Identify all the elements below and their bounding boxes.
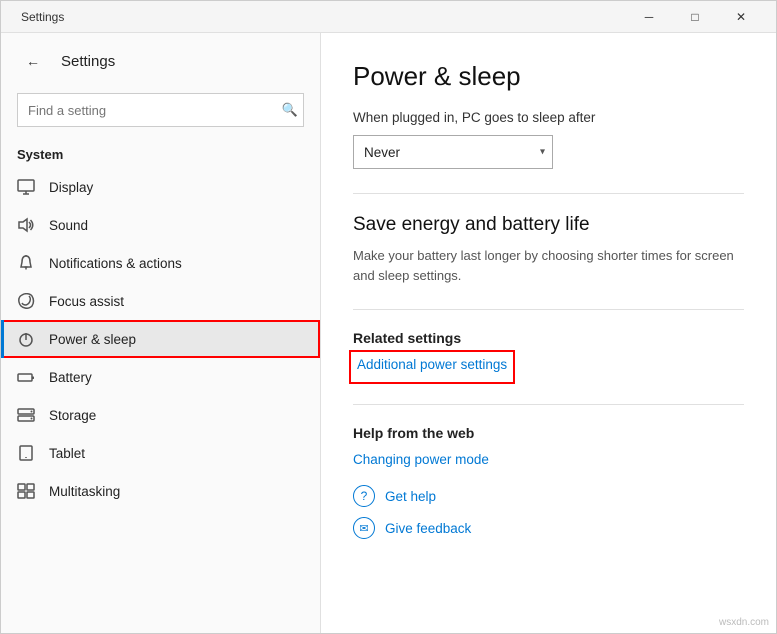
notifications-icon xyxy=(17,254,35,272)
sidebar: ← Settings 🔍 System Display Sound xyxy=(1,33,321,633)
additional-power-link[interactable]: Additional power settings xyxy=(357,357,507,372)
give-feedback-link[interactable]: ✉ Give feedback xyxy=(353,517,744,539)
sidebar-item-focus-label: Focus assist xyxy=(49,294,124,309)
get-help-link[interactable]: ? Get help xyxy=(353,485,744,507)
sidebar-item-focus[interactable]: Focus assist xyxy=(1,282,320,320)
sidebar-item-tablet-label: Tablet xyxy=(49,446,85,461)
help-section: Help from the web Changing power mode ? … xyxy=(353,425,744,539)
get-help-icon: ? xyxy=(353,485,375,507)
main-content: Power & sleep When plugged in, PC goes t… xyxy=(321,33,776,633)
sleep-label: When plugged in, PC goes to sleep after xyxy=(353,110,744,125)
sidebar-top: ← Settings xyxy=(1,33,320,85)
divider-3 xyxy=(353,404,744,405)
sidebar-item-storage[interactable]: Storage xyxy=(1,396,320,434)
sidebar-item-sound-label: Sound xyxy=(49,218,88,233)
sleep-dropdown[interactable]: Never 1 minute 2 minutes 5 minutes 10 mi… xyxy=(353,135,553,169)
system-section-label: System xyxy=(1,139,320,168)
sidebar-item-power-label: Power & sleep xyxy=(49,332,136,347)
sidebar-item-power[interactable]: Power & sleep xyxy=(1,320,320,358)
titlebar-controls: ─ □ ✕ xyxy=(626,1,764,33)
sound-icon xyxy=(17,216,35,234)
sidebar-item-sound[interactable]: Sound xyxy=(1,206,320,244)
power-icon xyxy=(17,330,35,348)
watermark: wsxdn.com xyxy=(719,617,769,628)
minimize-button[interactable]: ─ xyxy=(626,1,672,33)
sleep-section: When plugged in, PC goes to sleep after … xyxy=(353,110,744,169)
sidebar-item-display-label: Display xyxy=(49,180,93,195)
app-title: Settings xyxy=(61,53,115,70)
sidebar-item-multitasking[interactable]: Multitasking xyxy=(1,472,320,510)
sidebar-item-battery[interactable]: Battery xyxy=(1,358,320,396)
related-settings-section: Related settings Additional power settin… xyxy=(353,330,744,380)
focus-icon xyxy=(17,292,35,310)
help-heading: Help from the web xyxy=(353,425,744,441)
changing-power-link[interactable]: Changing power mode xyxy=(353,452,489,467)
storage-icon xyxy=(17,406,35,424)
save-energy-desc: Make your battery last longer by choosin… xyxy=(353,246,744,285)
sidebar-item-notifications-label: Notifications & actions xyxy=(49,256,182,271)
titlebar: Settings ─ □ ✕ xyxy=(1,1,776,33)
sidebar-item-display[interactable]: Display xyxy=(1,168,320,206)
get-help-label: Get help xyxy=(385,489,436,504)
close-button[interactable]: ✕ xyxy=(718,1,764,33)
sidebar-item-multitasking-label: Multitasking xyxy=(49,484,120,499)
display-icon xyxy=(17,178,35,196)
save-energy-section: Save energy and battery life Make your b… xyxy=(353,214,744,285)
settings-window: Settings ─ □ ✕ ← Settings 🔍 System xyxy=(0,0,777,634)
search-input[interactable] xyxy=(17,93,304,127)
give-feedback-label: Give feedback xyxy=(385,521,471,536)
titlebar-title: Settings xyxy=(21,10,626,24)
content-area: ← Settings 🔍 System Display Sound xyxy=(1,33,776,633)
maximize-button[interactable]: □ xyxy=(672,1,718,33)
sleep-dropdown-wrapper: Never 1 minute 2 minutes 5 minutes 10 mi… xyxy=(353,135,553,169)
tablet-icon xyxy=(17,444,35,462)
additional-power-link-wrapper: Additional power settings xyxy=(353,354,511,380)
search-icon: 🔍 xyxy=(282,102,298,118)
divider-1 xyxy=(353,193,744,194)
related-settings-heading: Related settings xyxy=(353,330,744,346)
page-title: Power & sleep xyxy=(353,61,744,92)
divider-2 xyxy=(353,309,744,310)
battery-icon xyxy=(17,368,35,386)
sidebar-item-storage-label: Storage xyxy=(49,408,96,423)
multitasking-icon xyxy=(17,482,35,500)
give-feedback-icon: ✉ xyxy=(353,517,375,539)
sidebar-item-battery-label: Battery xyxy=(49,370,92,385)
sidebar-item-tablet[interactable]: Tablet xyxy=(1,434,320,472)
save-energy-heading: Save energy and battery life xyxy=(353,214,744,236)
back-button[interactable]: ← xyxy=(17,45,49,77)
sidebar-item-notifications[interactable]: Notifications & actions xyxy=(1,244,320,282)
search-box: 🔍 xyxy=(17,93,304,127)
